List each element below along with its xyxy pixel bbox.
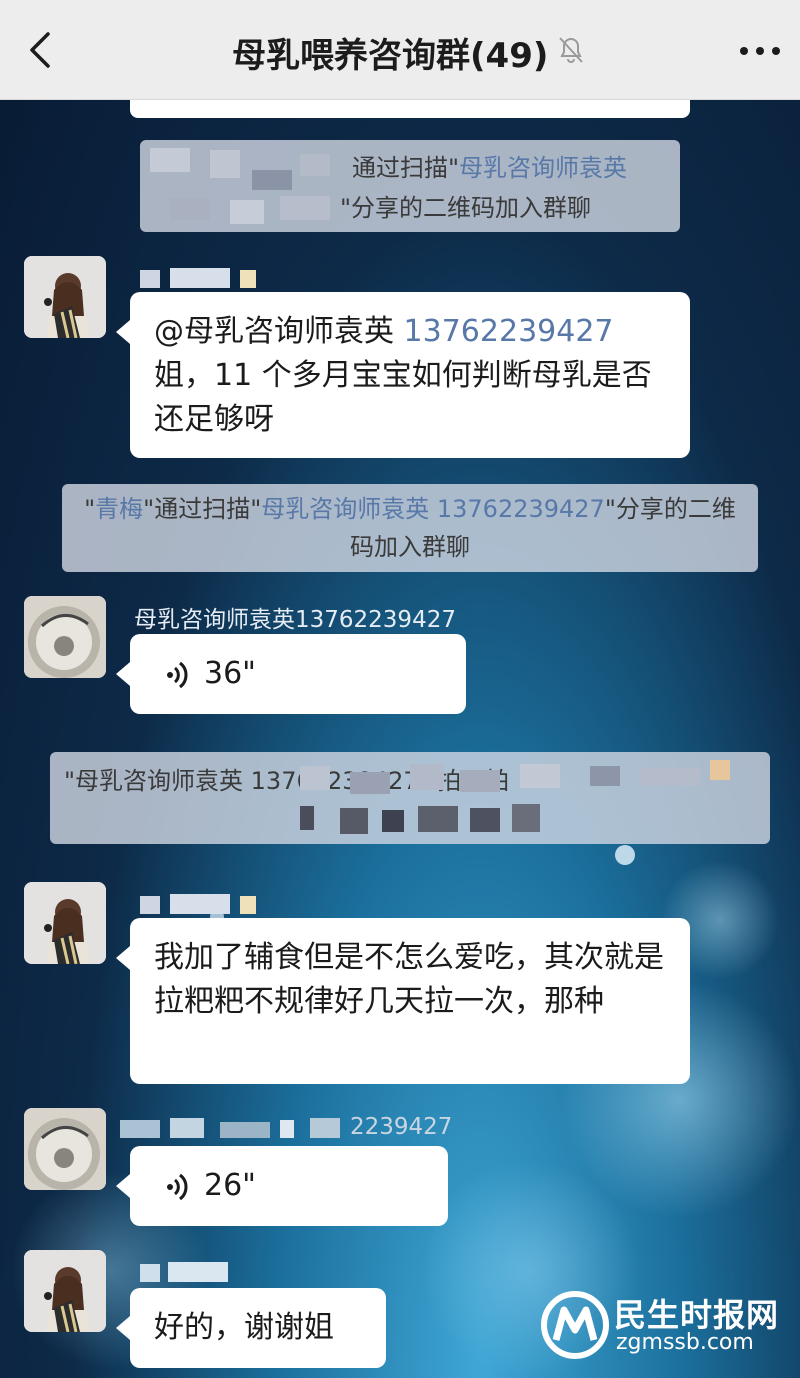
watermark-url: zgmssb.com — [616, 1330, 754, 1355]
system-notice: "母乳咨询师袁英 13762239427" 拍了拍 — [50, 752, 770, 844]
avatar-girl-icon — [24, 256, 106, 338]
avatar-coin-icon — [24, 596, 106, 678]
site-logo-icon — [541, 1291, 609, 1359]
message-bubble-partial — [130, 100, 690, 118]
avatar-girl-icon — [24, 1250, 106, 1332]
sender-name-fragment: 2239427 — [350, 1114, 453, 1140]
site-watermark: 民生时报网 zgmssb.com — [540, 1290, 790, 1362]
mosaic-blur — [140, 140, 350, 232]
message-bubble[interactable]: 我加了辅食但是不怎么爱吃，其次就是拉粑粑不规律好几天拉一次，那种 — [116, 918, 690, 1084]
message-bubble[interactable]: @母乳咨询师袁英 13762239427 姐，11 个多月宝宝如何判断母乳是否还… — [116, 292, 690, 458]
avatar[interactable] — [24, 596, 106, 678]
chat-title: 母乳喂养咨询群(49) — [232, 36, 549, 76]
system-notice: 通过扫描"母乳咨询师袁英 "分享的二维码加入群聊 — [140, 140, 680, 232]
avatar[interactable] — [24, 1108, 106, 1190]
voice-message-bubble[interactable]: 36" — [116, 634, 466, 714]
sender-name-blurred — [120, 1116, 350, 1142]
sender-name-blurred — [140, 892, 260, 920]
voice-duration: 36" — [204, 656, 256, 691]
voice-message-bubble[interactable]: 26" — [116, 1146, 448, 1226]
avatar[interactable] — [24, 256, 106, 338]
avatar-girl-icon — [24, 882, 106, 964]
chevron-left-icon[interactable] — [26, 30, 56, 70]
avatar[interactable] — [24, 1250, 106, 1332]
mosaic-blur — [290, 758, 770, 842]
sender-name-blurred — [140, 1260, 240, 1286]
voice-wave-icon — [167, 661, 188, 688]
sender-name-blurred — [140, 266, 260, 294]
top-bar: 母乳喂养咨询群(49) — [0, 0, 800, 100]
message-bubble[interactable]: 好的，谢谢姐 — [116, 1288, 386, 1368]
voice-duration: 26" — [204, 1168, 256, 1203]
more-dots-icon[interactable] — [738, 44, 782, 58]
avatar-coin-icon — [24, 1108, 106, 1190]
sender-name: 母乳咨询师袁英13762239427 — [134, 607, 456, 633]
avatar[interactable] — [24, 882, 106, 964]
system-notice: "青梅"通过扫描"母乳咨询师袁英 13762239427"分享的二维码加入群聊 — [62, 484, 758, 572]
bell-muted-icon — [559, 37, 583, 63]
voice-wave-icon — [167, 1173, 188, 1200]
